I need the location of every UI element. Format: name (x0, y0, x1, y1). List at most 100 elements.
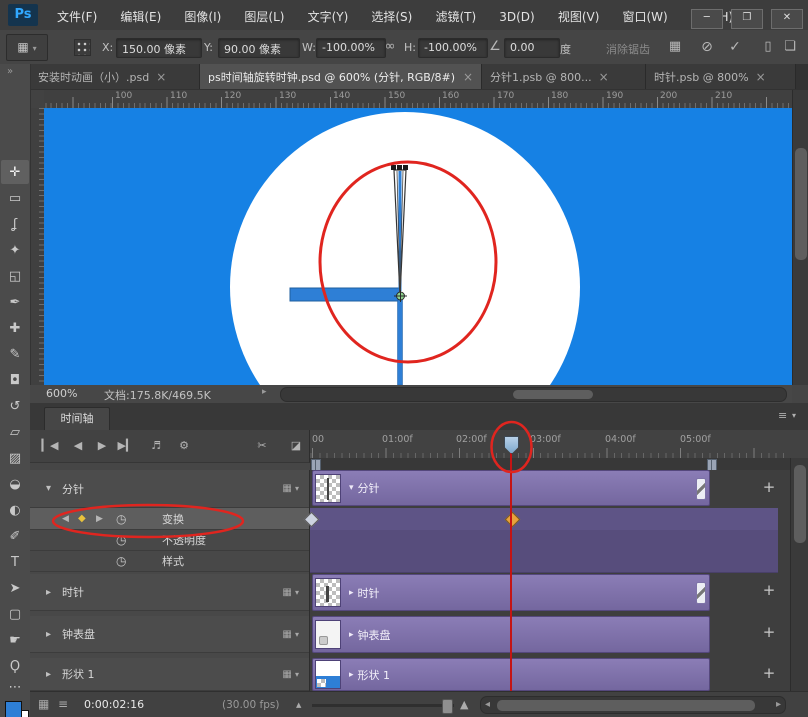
status-menu-icon[interactable]: ▸ (262, 387, 267, 397)
commit-transform-icon[interactable]: ✓ (726, 39, 744, 55)
menu-window[interactable]: 窗口(W) (614, 0, 677, 30)
collapse-panel-icon[interactable]: » (7, 66, 13, 77)
link-dimensions-icon[interactable]: ∞ (382, 39, 398, 55)
next-frame-button[interactable]: ▶▎ (116, 439, 136, 452)
add-media-button[interactable]: + (760, 665, 778, 683)
scrollbar-thumb[interactable] (497, 700, 755, 711)
chevron-down-icon[interactable]: ▾ (295, 630, 299, 639)
menu-3d[interactable]: 3D(D) (490, 2, 543, 32)
tool-healing-brush[interactable]: ✚ (1, 316, 29, 340)
timeline-zoom-slider[interactable] (312, 704, 454, 707)
split-clip-icon[interactable]: ✂ (252, 439, 272, 452)
track-film-icon[interactable]: ▦ (282, 629, 291, 640)
property-row-style[interactable]: ◷ 样式 (30, 551, 309, 572)
next-keyframe-icon[interactable]: ▶ (96, 514, 103, 524)
chevron-right-icon[interactable]: ▸ (349, 630, 354, 640)
timeline-ruler[interactable]: 00 01:00f 02:00f 03:00f 04:00f 05:00f (310, 430, 790, 459)
transform-handle[interactable] (391, 165, 396, 170)
chevron-down-icon[interactable]: ▾ (792, 411, 796, 420)
w-input[interactable]: -100.00% (316, 38, 386, 58)
previous-frame-button[interactable]: ◀ (68, 439, 88, 452)
track-film-icon[interactable]: ▦ (282, 669, 291, 680)
workspace-switcher-icon[interactable]: ❏ (782, 39, 798, 55)
tool-quick-select[interactable]: ✦ (1, 238, 29, 262)
track-film-icon[interactable]: ▦ (282, 587, 291, 598)
zoom-out-icon[interactable]: ▲ (296, 701, 301, 709)
tab-close-icon[interactable]: × (756, 70, 766, 84)
menu-edit[interactable]: 编辑(E) (111, 0, 170, 30)
timeline-horizontal-scrollbar[interactable]: ◂ ▸ (480, 696, 786, 714)
chevron-right-icon[interactable]: ▸ (349, 588, 354, 598)
chevron-down-icon[interactable]: ▾ (46, 483, 51, 494)
tool-gradient[interactable]: ▨ (1, 446, 29, 470)
timeline-settings-icon[interactable]: ⚙ (174, 439, 194, 452)
tool-pen[interactable]: ✐ (1, 524, 29, 548)
timeline-vertical-scrollbar[interactable] (790, 458, 808, 691)
menu-view[interactable]: 视图(V) (549, 0, 609, 30)
canvas-vertical-scrollbar[interactable] (792, 90, 808, 385)
track-options-icons[interactable]: ▦ ▾ (282, 669, 299, 680)
keyframe-diamond-icon[interactable]: ◆ (78, 513, 86, 524)
tool-marquee[interactable]: ▭ (1, 186, 29, 210)
stopwatch-icon[interactable]: ◷ (116, 512, 126, 526)
tab-doc-2-active[interactable]: ps时间轴旋转时钟.psd @ 600% (分针, RGB/8#) * × (200, 64, 482, 89)
layer-row-xingzhuang1[interactable]: ▸ 形状 1 ▦ ▾ (30, 658, 309, 691)
convert-to-frame-animation-icon[interactable]: ▦ (38, 697, 49, 711)
tool-shape[interactable]: ▢ (1, 602, 29, 626)
layer-row-fenzhen[interactable]: ▾ 分针 ▦ ▾ (30, 470, 309, 508)
maximize-button[interactable]: ❐ (731, 9, 763, 29)
style-track[interactable] (310, 551, 778, 573)
chevron-right-icon[interactable]: ▸ (46, 587, 51, 598)
tool-type[interactable]: T (1, 550, 29, 574)
transform-handle[interactable] (397, 165, 402, 170)
scroll-right-icon[interactable]: ▸ (776, 699, 781, 710)
add-media-button[interactable]: + (760, 624, 778, 642)
play-button[interactable]: ▶ (92, 439, 112, 452)
layer-row-shizhen[interactable]: ▸ 时针 ▦ ▾ (30, 574, 309, 611)
menu-image[interactable]: 图像(I) (175, 0, 230, 30)
warp-mode-icon[interactable]: ▦ (666, 39, 684, 55)
tool-hand[interactable]: ☛ (1, 628, 29, 652)
menu-file[interactable]: 文件(F) (48, 0, 106, 30)
minimize-button[interactable]: ─ (691, 9, 723, 29)
track-options-icons[interactable]: ▦ ▾ (282, 587, 299, 598)
reference-point-locator-icon[interactable] (74, 39, 91, 56)
menu-select[interactable]: 选择(S) (362, 0, 421, 30)
tool-dodge[interactable]: ◐ (1, 498, 29, 522)
clip-end-badge[interactable] (696, 478, 706, 500)
stopwatch-icon[interactable]: ◷ (116, 533, 126, 547)
canvas-horizontal-scrollbar[interactable] (280, 387, 787, 402)
transform-keyframe-track[interactable] (310, 508, 778, 531)
angle-input[interactable]: 0.00 (504, 38, 560, 58)
tool-move[interactable]: ✛ (1, 160, 29, 184)
tool-path-select[interactable]: ➤ (1, 576, 29, 600)
scrollbar-thumb[interactable] (795, 148, 807, 260)
layer-row-zhongbiaopan[interactable]: ▸ 钟表盘 ▦ ▾ (30, 616, 309, 653)
chevron-down-icon[interactable]: ▾ (295, 670, 299, 679)
tab-close-icon[interactable]: × (599, 70, 609, 84)
track-options-icons[interactable]: ▦ ▾ (282, 629, 299, 640)
previous-keyframe-icon[interactable]: ◀ (62, 514, 69, 524)
y-input[interactable]: 90.00 像素 (218, 38, 300, 58)
chevron-right-icon[interactable]: ▸ (46, 629, 51, 640)
scrollbar-thumb[interactable] (794, 465, 806, 543)
property-row-opacity[interactable]: ◷ 不透明度 (30, 530, 309, 551)
zoom-slider-thumb[interactable] (442, 699, 453, 714)
canvas[interactable] (44, 108, 792, 385)
tool-more-icon[interactable]: ⋯ (1, 678, 29, 696)
dock-panel-icon[interactable]: ▯ (760, 39, 776, 55)
tool-preset-picker[interactable]: ▦ ▾ (6, 34, 48, 61)
tool-lasso[interactable]: ʆ (1, 212, 29, 236)
chevron-right-icon[interactable]: ▸ (46, 669, 51, 680)
close-button[interactable]: ✕ (771, 9, 803, 29)
tool-brush[interactable]: ✎ (1, 342, 29, 366)
foreground-color-swatch[interactable] (5, 701, 22, 717)
zoom-level[interactable]: 600% (46, 387, 77, 400)
first-frame-button[interactable]: ▎◀ (40, 439, 60, 452)
opacity-track[interactable] (310, 530, 778, 552)
menu-filter[interactable]: 滤镜(T) (426, 0, 485, 30)
tool-eyedropper[interactable]: ✒ (1, 290, 29, 314)
h-input[interactable]: -100.00% (418, 38, 488, 58)
chevron-down-icon[interactable]: ▾ (349, 483, 354, 493)
x-input[interactable]: 150.00 像素 (116, 38, 202, 58)
